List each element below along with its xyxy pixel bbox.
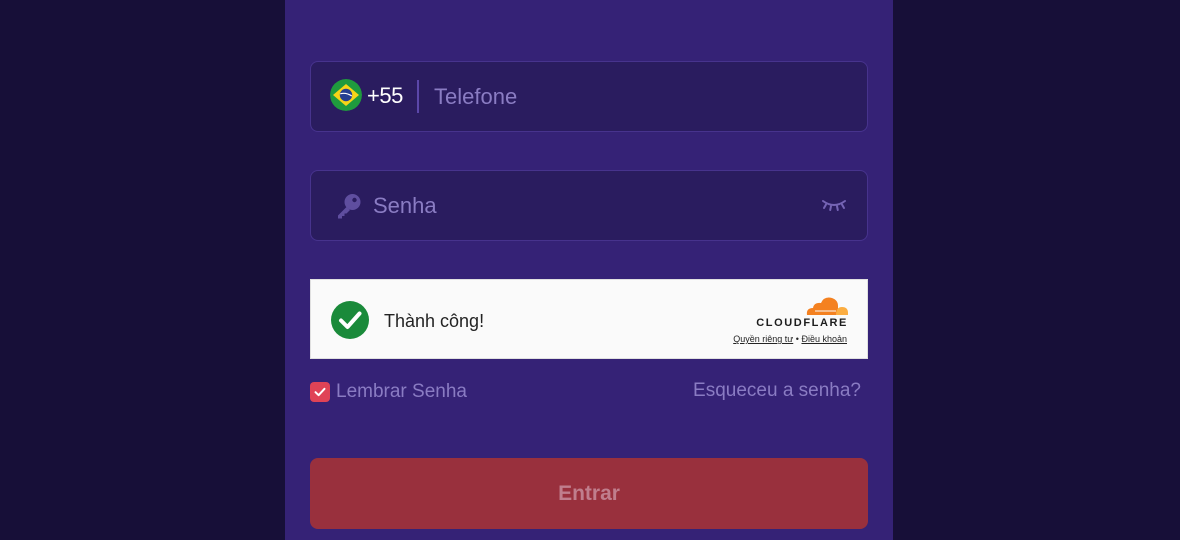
cloudflare-captcha-widget: Thành công! CLOUDFLARE Quyền riêng tư • … bbox=[310, 279, 868, 359]
phone-divider bbox=[417, 80, 419, 113]
privacy-link[interactable]: Quyền riêng tư bbox=[733, 334, 793, 344]
login-panel: +55 Thành công! CLOUDFLARE bbox=[285, 0, 893, 540]
password-input[interactable] bbox=[373, 171, 803, 240]
phone-field: +55 bbox=[310, 61, 868, 132]
key-icon bbox=[338, 194, 361, 219]
link-separator: • bbox=[795, 334, 799, 344]
password-field bbox=[310, 170, 868, 241]
remember-password[interactable]: Lembrar Senha bbox=[310, 381, 467, 403]
captcha-links: Quyền riêng tư • Điều khoản bbox=[733, 334, 847, 344]
success-check-icon bbox=[331, 301, 369, 339]
forgot-password-link[interactable]: Esqueceu a senha? bbox=[693, 380, 861, 402]
cloudflare-logo-icon bbox=[806, 297, 848, 315]
country-dial-code[interactable]: +55 bbox=[367, 83, 403, 109]
terms-link[interactable]: Điều khoản bbox=[801, 334, 847, 344]
brazil-flag-icon[interactable] bbox=[330, 79, 362, 111]
remember-label: Lembrar Senha bbox=[336, 381, 467, 402]
remember-checkbox[interactable] bbox=[310, 382, 330, 402]
login-button[interactable]: Entrar bbox=[310, 458, 868, 529]
cloudflare-wordmark: CLOUDFLARE bbox=[756, 317, 848, 329]
captcha-status: Thành công! bbox=[384, 311, 485, 331]
phone-input[interactable] bbox=[434, 62, 854, 131]
eye-closed-icon[interactable] bbox=[821, 198, 847, 212]
checkmark-icon bbox=[314, 387, 326, 397]
